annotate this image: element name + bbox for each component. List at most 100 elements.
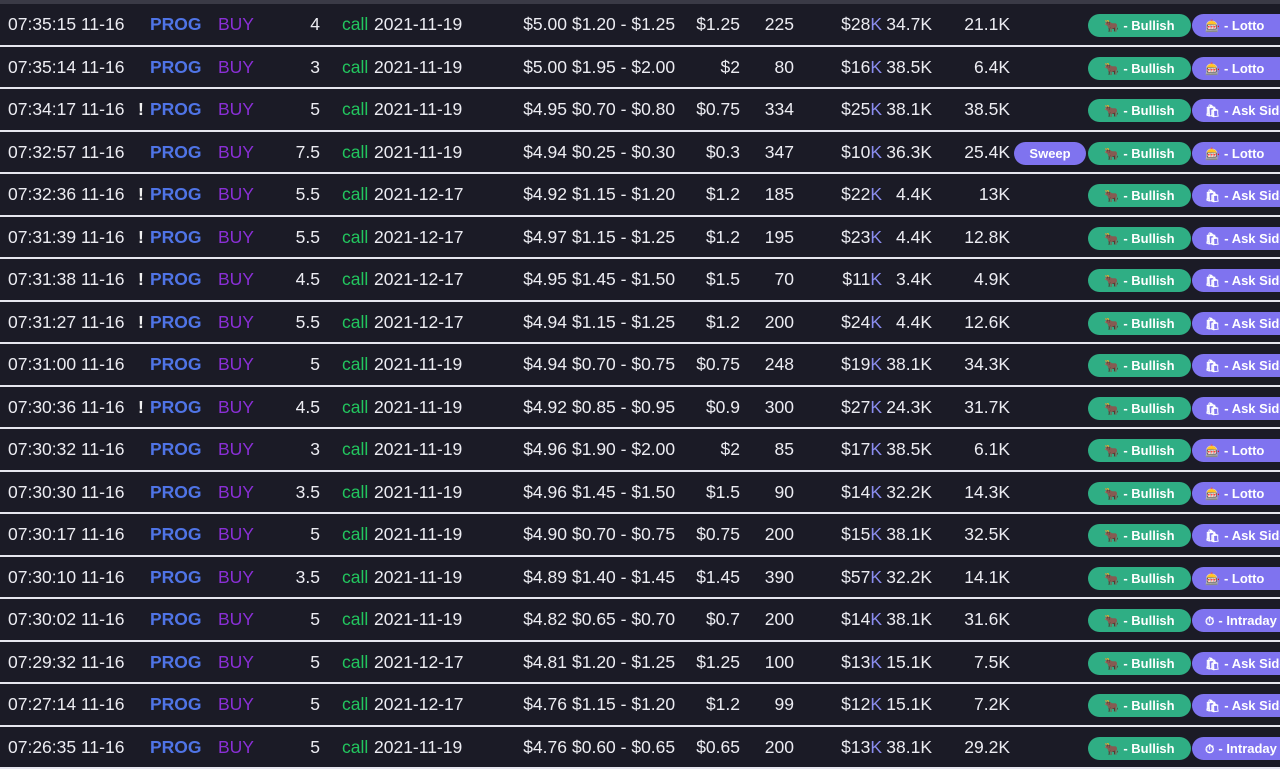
table-row[interactable]: 07:30:17 11-16 PROG BUY 5 call 2021-11-1…	[0, 514, 1280, 557]
flow-tag-badge[interactable]: 🎰 - Lotto	[1192, 481, 1280, 505]
tag-label: - Ask Side	[1224, 188, 1280, 203]
option-type: call	[342, 736, 369, 757]
open-interest: 38.1K	[886, 354, 932, 374]
flow-tag-badge[interactable]: 🛍- Ask Side	[1192, 694, 1280, 717]
ticker-symbol[interactable]: PROG	[150, 302, 202, 342]
fill-price: $0.9	[705, 396, 740, 417]
bullish-badge[interactable]: 🐂 - Bullish	[1088, 566, 1191, 590]
bullish-badge[interactable]: 🐂 - Bullish	[1088, 226, 1191, 250]
ticker-symbol[interactable]: PROG	[150, 217, 202, 257]
bullish-badge[interactable]: 🐂 - Bullish	[1088, 609, 1191, 632]
fill-price: $0.75	[696, 524, 740, 544]
expiry-date: 2021-12-17	[374, 184, 464, 204]
volume: 7.5K	[974, 651, 1010, 672]
ticker-symbol[interactable]: PROG	[150, 429, 202, 469]
bullish-badge[interactable]: 🐂 - Bullish	[1088, 14, 1191, 37]
flow-tag-badge[interactable]: 🛍- Ask Side	[1192, 396, 1280, 420]
table-row[interactable]: 07:26:35 11-16 PROG BUY 5 call 2021-11-1…	[0, 727, 1280, 769]
ticker-symbol[interactable]: PROG	[150, 259, 202, 299]
bullish-badge[interactable]: 🐂 - Bullish	[1088, 141, 1191, 165]
table-row[interactable]: 07:30:10 11-16 PROG BUY 3.5 call 2021-11…	[0, 557, 1280, 599]
bullish-badge[interactable]: 🐂 - Bullish	[1088, 56, 1191, 80]
option-type: call	[342, 609, 369, 629]
trade-size: 347	[764, 141, 794, 162]
flow-tag-badge[interactable]: 🛍- Ask Side	[1192, 524, 1280, 547]
ticker-symbol[interactable]: PROG	[150, 599, 202, 639]
bullish-badge[interactable]: 🐂 - Bullish	[1088, 439, 1191, 462]
ticker-symbol[interactable]: PROG	[150, 684, 202, 724]
table-row[interactable]: 07:31:00 11-16 PROG BUY 5 call 2021-11-1…	[0, 344, 1280, 387]
table-row[interactable]: 07:31:27 11-16 ! PROG BUY 5.5 call 2021-…	[0, 302, 1280, 344]
trade-size: 200	[764, 736, 794, 757]
table-row[interactable]: 07:31:39 11-16 ! PROG BUY 5.5 call 2021-…	[0, 217, 1280, 259]
table-row[interactable]: 07:31:38 11-16 ! PROG BUY 4.5 call 2021-…	[0, 259, 1280, 302]
bullish-badge[interactable]: 🐂 - Bullish	[1088, 354, 1191, 377]
flow-tag-badge[interactable]: 🛍- Ask Side	[1192, 184, 1280, 207]
ticker-symbol[interactable]: PROG	[150, 47, 202, 87]
table-row[interactable]: 07:32:36 11-16 ! PROG BUY 5.5 call 2021-…	[0, 174, 1280, 217]
bullish-badge[interactable]: 🐂 - Bullish	[1088, 99, 1191, 122]
table-row[interactable]: 07:35:14 11-16 PROG BUY 3 call 2021-11-1…	[0, 47, 1280, 89]
ticker-symbol[interactable]: PROG	[150, 344, 202, 384]
volume: 4.9K	[974, 269, 1010, 289]
table-row[interactable]: 07:29:32 11-16 PROG BUY 5 call 2021-12-1…	[0, 642, 1280, 684]
trade-size: 225	[764, 14, 794, 34]
premium-value: $57	[841, 566, 871, 587]
flow-tag-badge[interactable]: 🎰 - Lotto	[1192, 439, 1280, 462]
tag-icon: 🛍	[1205, 189, 1221, 203]
flow-tag-badge[interactable]: 🎰 - Lotto	[1192, 56, 1280, 80]
table-row[interactable]: 07:30:36 11-16 ! PROG BUY 4.5 call 2021-…	[0, 387, 1280, 429]
bullish-badge[interactable]: 🐂 - Bullish	[1088, 396, 1191, 420]
tag-label: - Ask Side	[1224, 358, 1280, 373]
flow-tag-badge[interactable]: ⏱ - Intraday	[1192, 736, 1280, 760]
table-row[interactable]: 07:30:30 11-16 PROG BUY 3.5 call 2021-11…	[0, 472, 1280, 514]
bullish-badge[interactable]: 🐂 - Bullish	[1088, 311, 1191, 335]
table-row[interactable]: 07:32:57 11-16 PROG BUY 7.5 call 2021-11…	[0, 132, 1280, 174]
flow-tag-badge[interactable]: 🛍- Ask Side	[1192, 226, 1280, 250]
strike-price: 5.5	[295, 226, 320, 247]
ticker-symbol[interactable]: PROG	[150, 727, 202, 767]
trade-time: 07:31:39 11-16	[8, 226, 125, 247]
bullish-label: - Bullish	[1123, 528, 1175, 543]
ticker-symbol[interactable]: PROG	[150, 472, 202, 512]
bullish-badge[interactable]: 🐂 - Bullish	[1088, 651, 1191, 675]
table-row[interactable]: 07:27:14 11-16 PROG BUY 5 call 2021-12-1…	[0, 684, 1280, 727]
bullish-badge[interactable]: 🐂 - Bullish	[1088, 736, 1191, 760]
table-row[interactable]: 07:30:32 11-16 PROG BUY 3 call 2021-11-1…	[0, 429, 1280, 472]
bullish-badge[interactable]: 🐂 - Bullish	[1088, 694, 1191, 717]
flow-tag-badge[interactable]: 🎰 - Lotto	[1192, 14, 1280, 37]
fill-price: $1.5	[705, 481, 740, 502]
expiry-date: 2021-11-19	[374, 609, 463, 629]
alert-mark: !	[138, 396, 144, 417]
bullish-badge[interactable]: 🐂 - Bullish	[1088, 269, 1191, 292]
bullish-badge[interactable]: 🐂 - Bullish	[1088, 481, 1191, 505]
expiry-date: 2021-12-17	[374, 226, 464, 247]
trade-size: 185	[764, 184, 794, 204]
bullish-badge[interactable]: 🐂 - Bullish	[1088, 184, 1191, 207]
trade-size: 334	[764, 99, 794, 119]
flow-tag-badge[interactable]: 🛍- Ask Side	[1192, 651, 1280, 675]
tag-icon: 🎰	[1205, 61, 1220, 76]
ticker-symbol[interactable]: PROG	[150, 174, 202, 214]
sweep-badge[interactable]: Sweep	[1014, 141, 1086, 165]
flow-tag-badge[interactable]: 🛍- Ask Side	[1192, 311, 1280, 335]
premium-value: $10	[841, 141, 871, 162]
ticker-symbol[interactable]: PROG	[150, 4, 202, 44]
ticker-symbol[interactable]: PROG	[150, 132, 202, 172]
ticker-symbol[interactable]: PROG	[150, 387, 202, 427]
table-row[interactable]: 07:30:02 11-16 PROG BUY 5 call 2021-11-1…	[0, 599, 1280, 642]
ticker-symbol[interactable]: PROG	[150, 557, 202, 597]
flow-tag-badge[interactable]: 🛍- Ask Side	[1192, 354, 1280, 377]
ticker-symbol[interactable]: PROG	[150, 642, 202, 682]
ticker-symbol[interactable]: PROG	[150, 514, 202, 554]
option-type: call	[342, 56, 369, 77]
flow-tag-badge[interactable]: 🛍- Ask Side	[1192, 99, 1280, 122]
flow-tag-badge[interactable]: 🛍- Ask Side	[1192, 269, 1280, 292]
flow-tag-badge[interactable]: ⏱ - Intraday	[1192, 609, 1280, 632]
flow-tag-badge[interactable]: 🎰 - Lotto	[1192, 566, 1280, 590]
bullish-badge[interactable]: 🐂 - Bullish	[1088, 524, 1191, 547]
flow-tag-badge[interactable]: 🎰 - Lotto	[1192, 141, 1280, 165]
table-row[interactable]: 07:35:15 11-16 PROG BUY 4 call 2021-11-1…	[0, 4, 1280, 47]
table-row[interactable]: 07:34:17 11-16 ! PROG BUY 5 call 2021-11…	[0, 89, 1280, 132]
ticker-symbol[interactable]: PROG	[150, 89, 202, 129]
